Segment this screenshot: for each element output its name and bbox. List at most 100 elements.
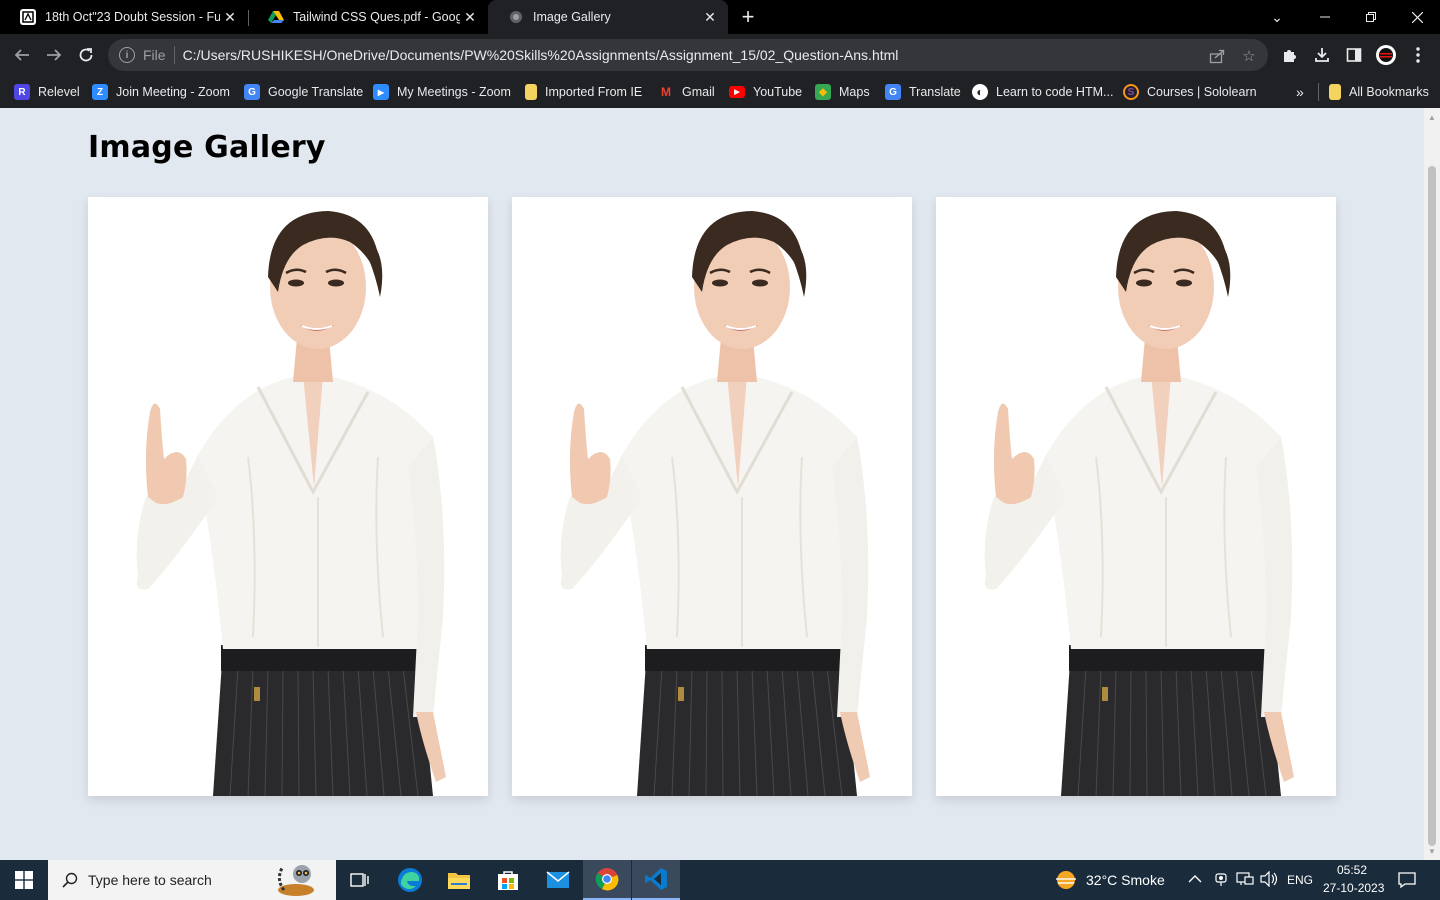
close-icon[interactable]: ✕ bbox=[460, 7, 480, 27]
bookmark-join-meeting-zoom[interactable]: Z Join Meeting - Zoom bbox=[92, 81, 230, 103]
tab-doubt-session[interactable]: 18th Oct"23 Doubt Session - Full ✕ bbox=[0, 0, 248, 34]
zoom-icon: Z bbox=[92, 84, 108, 100]
network-icon[interactable] bbox=[1236, 871, 1254, 890]
minimize-button[interactable] bbox=[1302, 0, 1348, 34]
lemur-illustration-icon bbox=[266, 860, 326, 900]
translate-icon: G bbox=[885, 84, 901, 100]
gallery-image-card[interactable] bbox=[88, 197, 488, 796]
url-text[interactable]: C:/Users/RUSHIKESH/OneDrive/Documents/PW… bbox=[183, 47, 899, 63]
scheme-label: File bbox=[143, 47, 166, 63]
bookmark-maps[interactable]: ◆ Maps bbox=[815, 81, 870, 103]
scroll-up-arrow-icon[interactable]: ▲ bbox=[1424, 110, 1440, 124]
w3schools-icon: ◐ bbox=[972, 84, 988, 100]
clock-date[interactable]: 27-10-2023 bbox=[1323, 881, 1384, 895]
weather-text[interactable]: 32°C Smoke bbox=[1086, 872, 1165, 888]
download-icon[interactable] bbox=[1310, 43, 1334, 67]
windows-start-icon[interactable] bbox=[0, 860, 48, 900]
menu-kebab-icon[interactable] bbox=[1406, 43, 1430, 67]
bookmark-google-translate[interactable]: G Google Translate bbox=[244, 81, 363, 103]
close-icon[interactable]: ✕ bbox=[700, 7, 720, 27]
bookmark-gmail[interactable]: M Gmail bbox=[658, 81, 715, 103]
bookmark-sololearn[interactable]: S Courses | Sololearn bbox=[1123, 81, 1257, 103]
clock-time[interactable]: 05:52 bbox=[1337, 863, 1367, 877]
profile-avatar[interactable] bbox=[1374, 43, 1398, 67]
gallery-image bbox=[512, 197, 912, 796]
reload-icon[interactable] bbox=[74, 43, 98, 67]
show-hidden-icons-chevron-icon[interactable] bbox=[1188, 871, 1202, 887]
taskbar-search-box[interactable]: Type here to search bbox=[48, 860, 336, 900]
bookmark-label: Courses | Sololearn bbox=[1147, 85, 1257, 99]
relevel-icon: R bbox=[14, 84, 30, 100]
browser-toolbar: i File C:/Users/RUSHIKESH/OneDrive/Docum… bbox=[0, 34, 1440, 76]
notifications-icon[interactable] bbox=[1398, 871, 1416, 892]
bookmark-label: My Meetings - Zoom bbox=[397, 85, 511, 99]
bookmarks-bar: R Relevel Z Join Meeting - Zoom G Google… bbox=[0, 76, 1440, 108]
globe-icon bbox=[508, 9, 524, 25]
address-bar[interactable]: i File C:/Users/RUSHIKESH/OneDrive/Docum… bbox=[108, 39, 1268, 71]
bookmark-learn-to-code[interactable]: ◐ Learn to code HTM... bbox=[972, 81, 1113, 103]
close-icon[interactable]: ✕ bbox=[220, 7, 240, 27]
bookmark-label: Google Translate bbox=[268, 85, 364, 99]
gmail-icon: M bbox=[661, 85, 671, 99]
tab-title: Tailwind CSS Ques.pdf - Google bbox=[293, 10, 460, 24]
language-indicator[interactable]: ENG bbox=[1287, 873, 1313, 887]
gallery-image bbox=[936, 197, 1336, 796]
gallery-image bbox=[88, 197, 488, 796]
gallery-image-card[interactable] bbox=[512, 197, 912, 796]
vscode-icon[interactable] bbox=[632, 860, 680, 900]
scroll-down-arrow-icon[interactable]: ▼ bbox=[1424, 844, 1440, 858]
tab-tailwind-pdf[interactable]: Tailwind CSS Ques.pdf - Google ✕ bbox=[248, 0, 488, 34]
weather-sun-icon[interactable] bbox=[1054, 870, 1078, 895]
windows-taskbar: Type here to search 32°C Smoke ENG 05:52 bbox=[0, 860, 1440, 900]
tab-title: Image Gallery bbox=[533, 10, 611, 24]
page-scrollbar[interactable]: ▲ ▼ bbox=[1424, 108, 1440, 860]
chrome-browser-icon[interactable] bbox=[583, 860, 631, 900]
omnibox-divider bbox=[173, 46, 175, 64]
scrollbar-thumb[interactable] bbox=[1428, 166, 1436, 846]
restore-button[interactable] bbox=[1348, 0, 1394, 34]
task-view-icon[interactable] bbox=[336, 860, 384, 900]
extensions-puzzle-icon[interactable] bbox=[1278, 43, 1302, 67]
mail-icon[interactable] bbox=[534, 860, 582, 900]
bookmark-label: Join Meeting - Zoom bbox=[116, 85, 230, 99]
file-explorer-icon[interactable] bbox=[435, 860, 483, 900]
bookmark-label: All Bookmarks bbox=[1349, 85, 1429, 99]
meet-now-icon[interactable] bbox=[1214, 871, 1228, 890]
back-arrow-icon[interactable] bbox=[10, 43, 34, 67]
maps-icon: ◆ bbox=[815, 84, 831, 100]
youtube-icon: ▶ bbox=[729, 86, 745, 98]
zoom-meetings-icon: ▶ bbox=[373, 84, 389, 100]
bookmarks-divider bbox=[1318, 83, 1319, 101]
gallery-image-card[interactable] bbox=[936, 197, 1336, 796]
bookmark-label: Learn to code HTM... bbox=[996, 85, 1114, 99]
search-placeholder: Type here to search bbox=[88, 872, 212, 888]
tab-search-chevron-icon[interactable]: ⌄ bbox=[1254, 0, 1300, 34]
sololearn-icon: S bbox=[1123, 84, 1139, 100]
close-window-button[interactable] bbox=[1394, 0, 1440, 34]
info-icon[interactable]: i bbox=[119, 47, 135, 63]
bookmark-my-meetings-zoom[interactable]: ▶ My Meetings - Zoom bbox=[373, 81, 511, 103]
bookmark-imported-from-ie[interactable]: Imported From IE bbox=[525, 81, 642, 103]
bookmark-star-icon[interactable]: ☆ bbox=[1240, 47, 1258, 65]
google-drive-icon bbox=[268, 9, 284, 25]
tab-strip: 18th Oct"23 Doubt Session - Full ✕ Tailw… bbox=[0, 0, 1440, 34]
bookmark-label: Translate bbox=[909, 85, 961, 99]
edge-browser-icon[interactable] bbox=[386, 860, 434, 900]
all-bookmarks[interactable]: All Bookmarks bbox=[1318, 81, 1429, 103]
bookmark-translate[interactable]: G Translate bbox=[885, 81, 961, 103]
share-icon[interactable] bbox=[1208, 47, 1226, 65]
new-tab-button[interactable]: + bbox=[736, 4, 760, 29]
bookmark-relevel[interactable]: R Relevel bbox=[14, 81, 80, 103]
bookmark-youtube[interactable]: ▶ YouTube bbox=[729, 81, 802, 103]
tab-image-gallery[interactable]: Image Gallery ✕ bbox=[488, 0, 728, 34]
pw-skills-icon bbox=[20, 9, 36, 25]
folder-icon bbox=[1329, 84, 1341, 100]
bookmark-label: Imported From IE bbox=[545, 85, 643, 99]
forward-arrow-icon[interactable] bbox=[42, 43, 66, 67]
page-title: Image Gallery bbox=[88, 130, 326, 165]
side-panel-icon[interactable] bbox=[1342, 43, 1366, 67]
volume-icon[interactable] bbox=[1260, 870, 1278, 890]
bookmarks-overflow-chevron-icon[interactable]: » bbox=[1296, 81, 1304, 103]
microsoft-store-icon[interactable] bbox=[484, 860, 532, 900]
page-viewport: Image Gallery bbox=[0, 108, 1424, 860]
